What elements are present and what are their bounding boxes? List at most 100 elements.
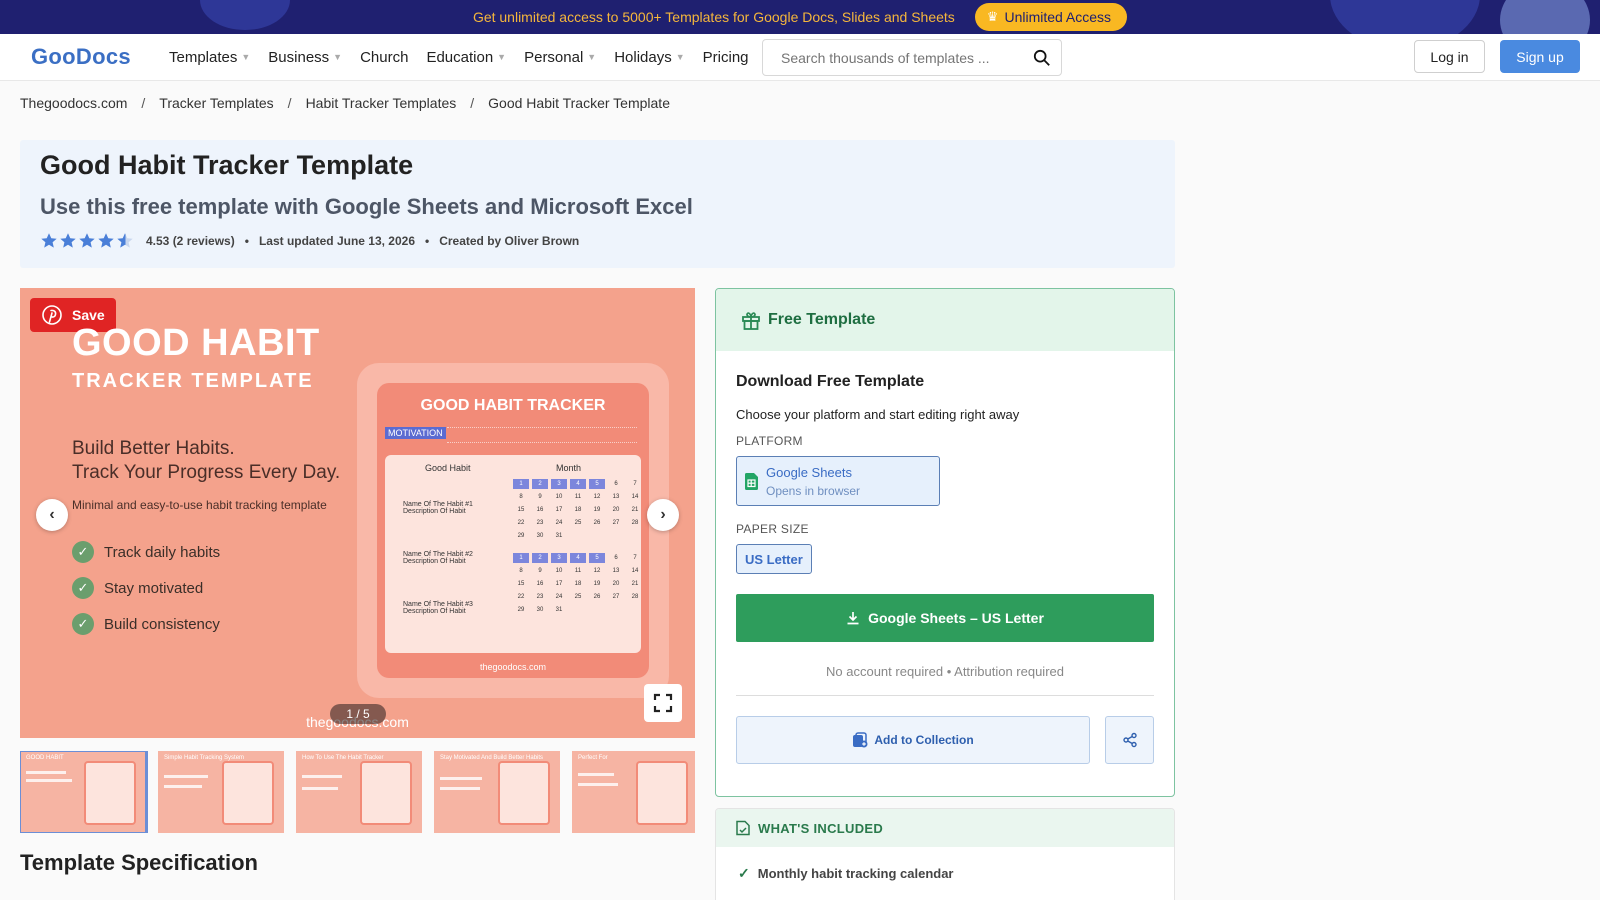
tablet-screen: GOOD HABIT TRACKER MOTIVATION Good Habit… (377, 383, 649, 678)
thumbnail[interactable]: Stay Motivated And Build Better Habits (434, 751, 560, 833)
calendar-day (589, 531, 605, 541)
author: Created by Oliver Brown (439, 234, 580, 248)
breadcrumb-item[interactable]: Tracker Templates (159, 95, 273, 111)
template-preview[interactable]: Save GOOD HABIT TRACKER TEMPLATE Build B… (20, 288, 695, 738)
habit-desc: Description Of Habit (403, 508, 466, 515)
nav-item-education[interactable]: Education ▼ (426, 49, 506, 66)
habit-title: Name Of The Habit #3 (403, 601, 473, 608)
calendar-day: 12 (593, 568, 601, 574)
fullscreen-button[interactable] (644, 684, 682, 722)
promo-decoration (1330, 0, 1480, 34)
calendar-day: 1 (513, 553, 529, 563)
breadcrumb-current: Good Habit Tracker Template (488, 95, 670, 111)
star-icon (79, 233, 95, 248)
add-to-collection-label: Add to Collection (874, 733, 974, 747)
site-header: GooDocs Templates ▼ Business ▼ Church Educ… (0, 34, 1600, 81)
calendar-day: 11 (574, 568, 582, 574)
platform-option-google-sheets[interactable]: Google Sheets Opens in browser (736, 456, 940, 506)
thumbnail-line (578, 773, 614, 776)
logo[interactable]: GooDocs (31, 44, 151, 70)
calendar-day: 16 (536, 507, 544, 513)
rating-stars (40, 232, 134, 250)
free-template-header: Free Template (716, 289, 1174, 351)
whats-included-title: WHAT'S INCLUDED (758, 820, 884, 836)
google-sheets-icon (745, 472, 758, 490)
thumbnail-caption: Perfect For (578, 755, 608, 761)
calendar-day: 13 (612, 494, 620, 500)
download-title: Download Free Template (736, 373, 925, 390)
breadcrumb-separator: / (287, 95, 292, 111)
next-slide-button[interactable]: › (647, 499, 679, 531)
breadcrumb-item[interactable]: Habit Tracker Templates (306, 95, 457, 111)
calendar-day: 29 (517, 533, 525, 539)
collection-icon (853, 732, 868, 748)
nav-item-church[interactable]: Church (360, 49, 408, 66)
thumbnail[interactable]: GOOD HABIT (20, 751, 148, 833)
calendar-day (627, 531, 643, 541)
login-button[interactable]: Log in (1414, 40, 1485, 73)
calendar-day: 12 (593, 494, 601, 500)
calendar-day: 7 (633, 555, 637, 561)
paper-size-option[interactable]: US Letter (736, 544, 812, 574)
main-nav: Templates ▼ Business ▼ Church Education ▼ P… (169, 49, 749, 66)
calendar-day: 17 (555, 581, 563, 587)
bullet-separator: • (425, 234, 430, 248)
motivation-label: MOTIVATION (385, 427, 446, 439)
unlimited-access-button[interactable]: ♛ Unlimited Access (974, 3, 1128, 31)
calendar-day: 14 (631, 568, 639, 574)
calendar-day: 3 (551, 479, 567, 489)
habit-title: Name Of The Habit #1 (403, 501, 473, 508)
check-circle-icon: ✓ (72, 577, 94, 599)
add-to-collection-button[interactable]: Add to Collection (736, 716, 1090, 764)
nav-item-holidays[interactable]: Holidays ▼ (614, 49, 684, 66)
thumbnail-strip: GOOD HABIT Simple Habit Tracking System … (20, 751, 695, 833)
breadcrumb-separator: / (470, 95, 475, 111)
download-description: Choose your platform and start editing r… (736, 407, 1020, 422)
calendar-day: 7 (633, 481, 637, 487)
download-panel: Free Template Download Free Template Cho… (715, 288, 1175, 797)
download-button[interactable]: Google Sheets – US Letter (736, 594, 1154, 642)
check-circle-icon: ✓ (72, 541, 94, 563)
nav-item-business[interactable]: Business ▼ (268, 49, 342, 66)
nav-item-label: Church (360, 48, 409, 66)
chevron-down-icon: ▼ (241, 52, 251, 62)
star-icon (60, 233, 76, 248)
calendar-day: 10 (555, 494, 563, 500)
platform-sub: Opens in browser (766, 483, 861, 498)
search-icon[interactable] (1033, 49, 1051, 67)
thumbnail[interactable]: How To Use The Habit Tracker (296, 751, 422, 833)
included-item: ✓ Monthly habit tracking calendar (716, 865, 1174, 882)
calendar-day: 27 (612, 594, 620, 600)
tracker-table: Good Habit Month Name Of The Habit #1 Des… (385, 455, 641, 653)
download-actions: Add to Collection (736, 716, 1154, 764)
feature-label: Build consistency (104, 615, 220, 633)
calendar-day: 5 (589, 553, 605, 563)
signup-button[interactable]: Sign up (1500, 40, 1580, 73)
breadcrumb-item[interactable]: Thegoodocs.com (20, 95, 127, 111)
nav-item-label: Pricing (702, 48, 749, 66)
meta-row: 4.53 (2 reviews) • Last updated June 13,… (40, 232, 1155, 250)
habit-name: Name Of The Habit #1 Description Of Habit (403, 501, 473, 515)
promo-text: Get unlimited access to 5000+ Templates … (472, 9, 955, 25)
spec-heading: Template Specification (20, 850, 258, 875)
calendar-day: 30 (536, 533, 544, 539)
slide-counter: 1 / 5 (330, 704, 386, 724)
nav-item-personal[interactable]: Personal ▼ (524, 49, 596, 66)
feature-label: Stay motivated (104, 579, 204, 597)
chevron-down-icon: ▼ (675, 52, 685, 62)
calendar-day (608, 531, 624, 541)
calendar-day: 21 (631, 507, 639, 513)
calendar-day: 26 (593, 594, 601, 600)
search-input[interactable] (781, 49, 1033, 66)
thumbnail[interactable]: Perfect For (572, 751, 695, 833)
crown-icon: ♛ (986, 9, 999, 24)
nav-item-templates[interactable]: Templates ▼ (169, 49, 250, 66)
nav-item-pricing[interactable]: Pricing (703, 49, 749, 66)
prev-slide-button[interactable]: ‹ (36, 499, 68, 531)
breadcrumb: Thegoodocs.com / Tracker Templates / Hab… (20, 95, 670, 111)
share-button[interactable] (1105, 716, 1154, 764)
page-title: Good Habit Tracker Template (40, 150, 414, 180)
calendar-day (570, 605, 586, 615)
rating-text: 4.53 (2 reviews) (146, 234, 235, 248)
thumbnail[interactable]: Simple Habit Tracking System (158, 751, 284, 833)
